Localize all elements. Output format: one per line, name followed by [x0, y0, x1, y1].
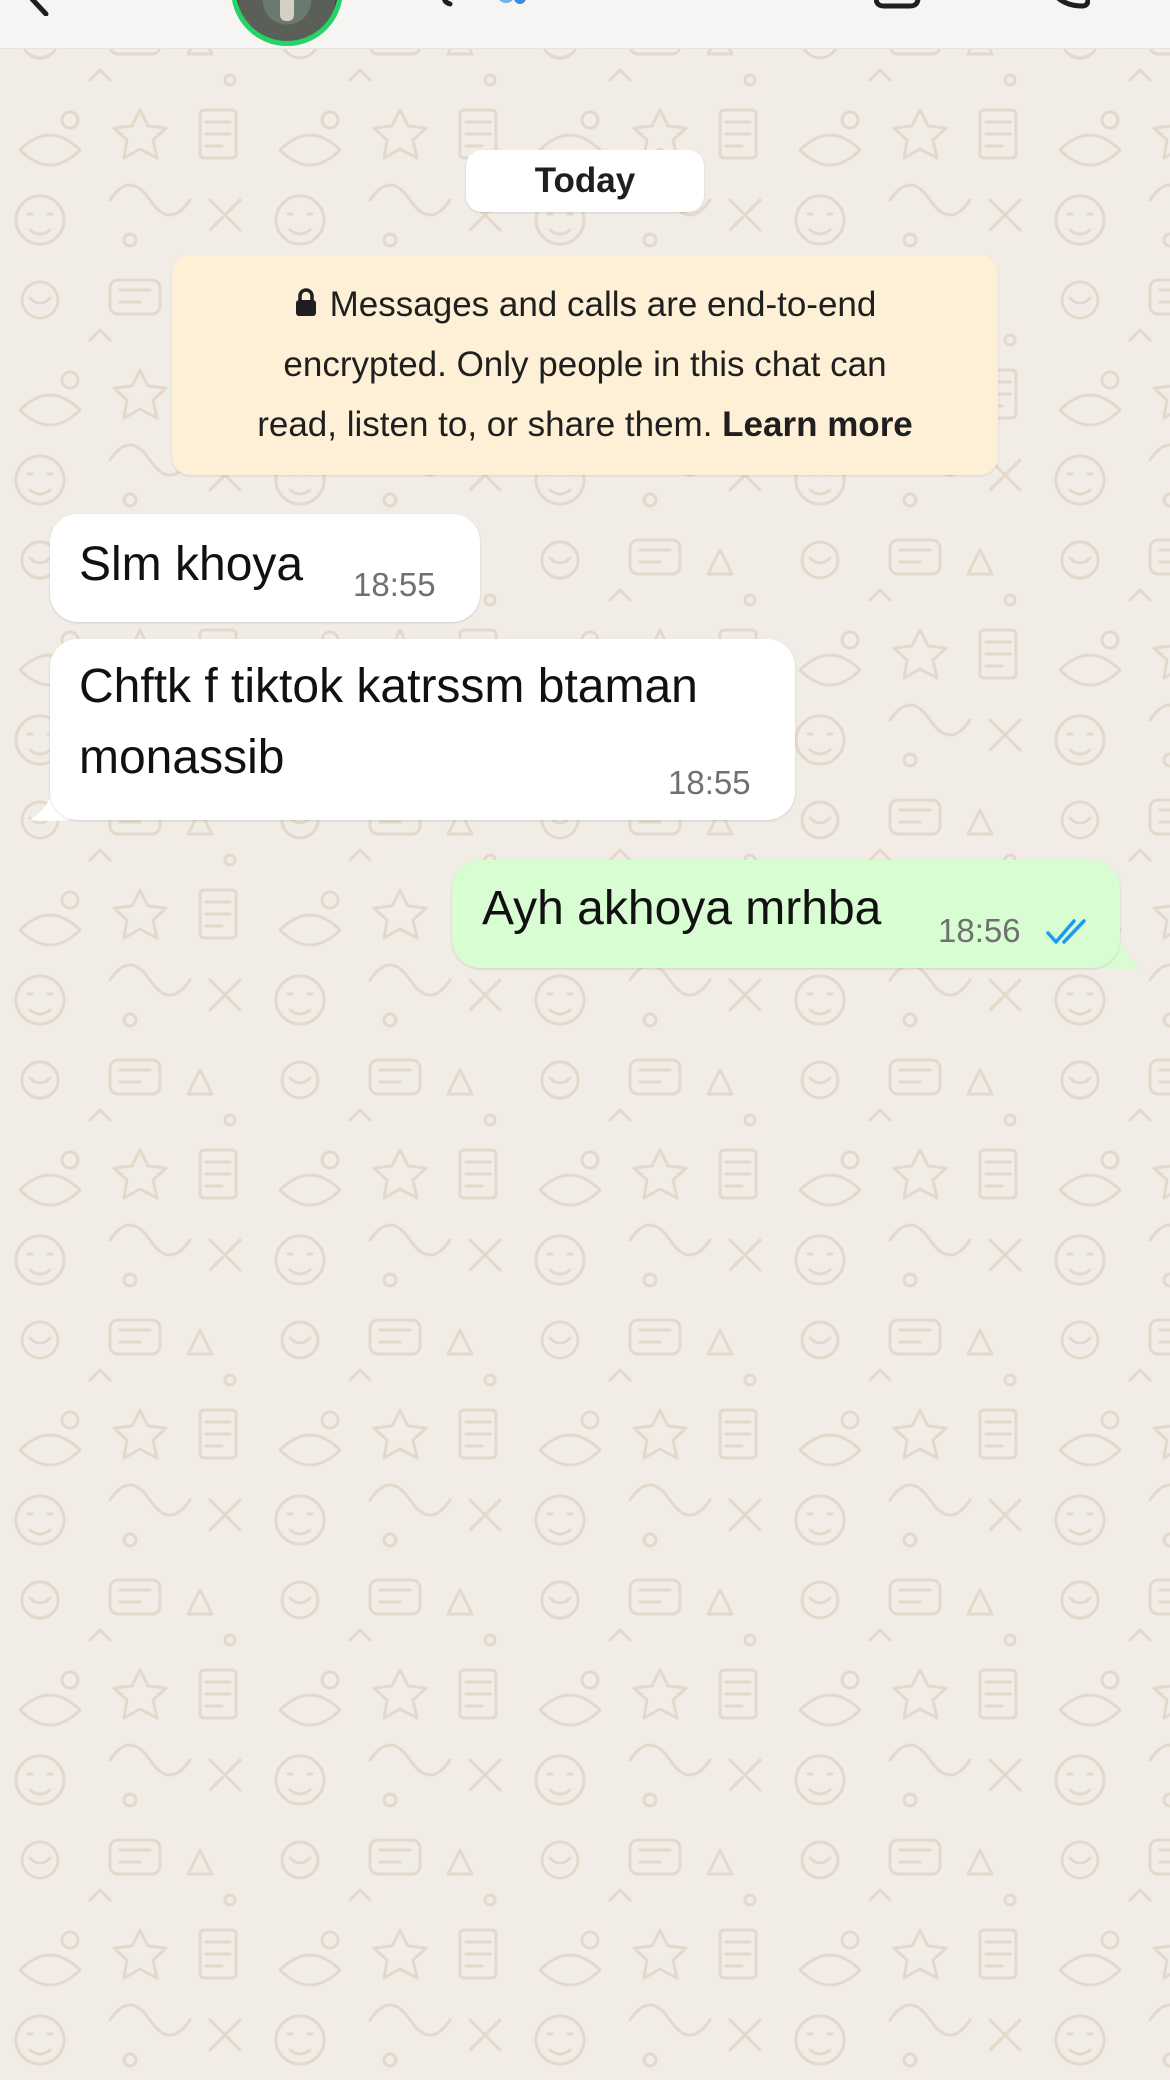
lock-icon: [295, 288, 316, 316]
message-text-line-2: monassib: [79, 731, 285, 784]
phone-icon[interactable]: [1044, 0, 1090, 10]
learn-more-link[interactable]: Learn more: [722, 405, 913, 444]
video-camera-icon[interactable]: [874, 0, 930, 10]
encryption-text-line-3: read, listen to, or share them.: [257, 405, 723, 444]
encryption-text-line-1: Messages and calls are end-to-end: [329, 285, 877, 324]
encryption-text-line-2: encrypted. Only people in this chat can: [283, 345, 887, 384]
contact-name-cropped[interactable]: [436, 0, 546, 14]
message-time: 18:55: [353, 566, 436, 603]
encryption-line-3: read, listen to, or share them. Learn mo…: [202, 395, 968, 455]
double-check-icon: [1046, 919, 1086, 944]
message-text: Ayh akhoya mrhba: [482, 882, 882, 935]
message-time: 18:55: [668, 764, 751, 801]
message-time: 18:56: [938, 912, 1021, 949]
date-separator: Today: [466, 150, 704, 212]
chevron-left-icon[interactable]: [22, 0, 56, 16]
message-text: Slm khoya: [79, 538, 304, 591]
contact-avatar[interactable]: [231, 0, 343, 46]
message-bubble-incoming[interactable]: Chftk f tiktok katrssm btaman monassib 1…: [50, 639, 795, 820]
avatar-figure: [280, 0, 294, 21]
message-bubble-outgoing[interactable]: Ayh akhoya mrhba 18:56: [452, 860, 1120, 968]
message-bubble-incoming[interactable]: Slm khoya 18:55: [50, 514, 480, 622]
chat-header: [0, 0, 1170, 49]
encryption-notice[interactable]: Messages and calls are end-to-end encryp…: [172, 255, 998, 475]
message-text-line-1: Chftk f tiktok katrssm btaman: [79, 660, 698, 713]
encryption-line-1: Messages and calls are end-to-end: [202, 275, 968, 335]
